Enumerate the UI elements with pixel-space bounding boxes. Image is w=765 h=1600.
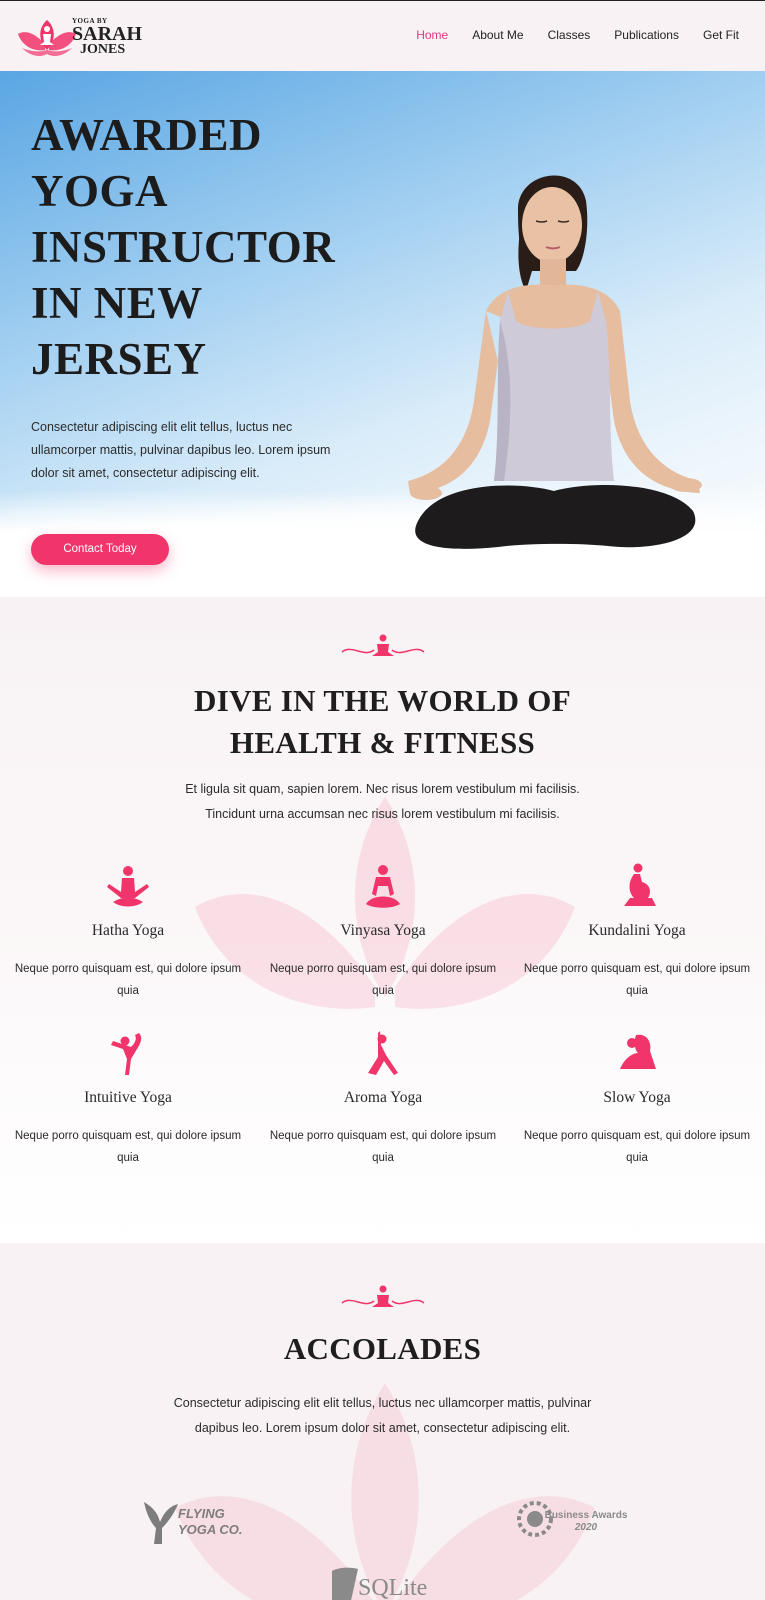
accolades-section: ACCOLADES Consectetur adipiscing elit el… <box>0 1243 765 1600</box>
flying-yoga-logo: FLYING YOGA CO. <box>140 1498 260 1548</box>
card-text: Neque porro quisquam est, qui dolore ips… <box>523 963 751 997</box>
accolades-title: ACCOLADES <box>283 1331 482 1366</box>
feather-icon <box>332 1567 358 1600</box>
warrior-pose-icon <box>368 1031 398 1075</box>
yoga-card-intuitive[interactable]: Intuitive Yoga Neque porro quisquam est,… <box>13 1029 243 1169</box>
bird-icon <box>144 1502 178 1544</box>
section-description: Et ligula sit quam, sapien lorem. Nec ri… <box>185 782 580 821</box>
business-awards-year: 2020 <box>574 1522 598 1533</box>
logo-name-line2: JONES <box>80 41 126 57</box>
nav-classes[interactable]: Classes <box>548 28 591 42</box>
nav-home[interactable]: Home <box>416 28 448 42</box>
cobra-pose-icon <box>624 863 656 906</box>
accolades-description: Consectetur adipiscing elit elit tellus,… <box>173 1396 592 1435</box>
logo-name-line1: SARAH <box>72 22 143 45</box>
ornament-divider-icon <box>341 634 425 656</box>
ornament-divider-icon <box>341 1285 425 1307</box>
flying-yoga-subtext: YOGA CO. <box>178 1522 243 1537</box>
nav-get-fit[interactable]: Get Fit <box>703 28 739 42</box>
card-text: Neque porro quisquam est, qui dolore ips… <box>14 963 242 997</box>
yoga-card-aroma[interactable]: Aroma Yoga Neque porro quisquam est, qui… <box>268 1029 498 1169</box>
meditation-pose-icon <box>107 866 149 907</box>
hero-text: Consectetur adipiscing elit elit tellus,… <box>31 420 331 480</box>
sqlite-logo: SQLite <box>330 1565 440 1600</box>
card-title: Intuitive Yoga <box>84 1089 172 1106</box>
site-header: YOGA BY SARAH JONES Home About Me Classe… <box>0 0 765 71</box>
card-text: Neque porro quisquam est, qui dolore ips… <box>14 1130 242 1164</box>
contact-today-button[interactable]: Contact Today <box>31 534 169 565</box>
site-logo[interactable]: YOGA BY SARAH JONES <box>16 13 156 61</box>
yoga-card-hatha[interactable]: Hatha Yoga Neque porro quisquam est, qui… <box>13 862 243 1002</box>
card-title: Aroma Yoga <box>343 1089 423 1106</box>
yoga-card-slow[interactable]: Slow Yoga Neque porro quisquam est, qui … <box>522 1029 752 1169</box>
meditating-woman-image <box>408 175 702 593</box>
hero-section: AWARDED YOGA INSTRUCTOR IN NEW JERSEY Co… <box>0 71 765 597</box>
seated-pose-icon <box>366 865 400 908</box>
card-title: Kundalini Yoga <box>588 922 686 939</box>
card-text: Neque porro quisquam est, qui dolore ips… <box>523 1130 751 1164</box>
card-text: Neque porro quisquam est, qui dolore ips… <box>269 1130 497 1164</box>
section-title-line1: DIVE IN THE WORLD OF <box>194 683 571 718</box>
hero-title: AWARDED YOGA INSTRUCTOR IN NEW JERSEY <box>31 110 336 384</box>
lotus-logo-icon <box>18 20 76 56</box>
yoga-card-kundalini[interactable]: Kundalini Yoga Neque porro quisquam est,… <box>522 862 752 1002</box>
business-awards-logo: Business Awards 2020 <box>515 1497 635 1541</box>
main-nav: Home About Me Classes Publications Get F… <box>392 28 739 42</box>
flying-yoga-text: FLYING <box>178 1506 225 1521</box>
card-title: Hatha Yoga <box>91 922 165 939</box>
pigeon-pose-icon <box>620 1034 656 1069</box>
logo-text: YOGA BY SARAH JONES <box>72 17 143 57</box>
nav-about-me[interactable]: About Me <box>472 28 523 42</box>
business-awards-text: Business Awards <box>544 1510 628 1521</box>
dancer-pose-icon <box>111 1033 142 1075</box>
card-title: Vinyasa Yoga <box>340 922 426 939</box>
sqlite-text: SQLite <box>358 1575 428 1600</box>
nav-publications[interactable]: Publications <box>614 28 679 42</box>
card-title: Slow Yoga <box>603 1089 671 1106</box>
health-fitness-section: DIVE IN THE WORLD OF HEALTH & FITNESS Et… <box>0 597 765 1243</box>
yoga-card-vinyasa[interactable]: Vinyasa Yoga Neque porro quisquam est, q… <box>268 862 498 1002</box>
card-text: Neque porro quisquam est, qui dolore ips… <box>269 963 497 997</box>
section-title-line2: HEALTH & FITNESS <box>229 725 536 760</box>
